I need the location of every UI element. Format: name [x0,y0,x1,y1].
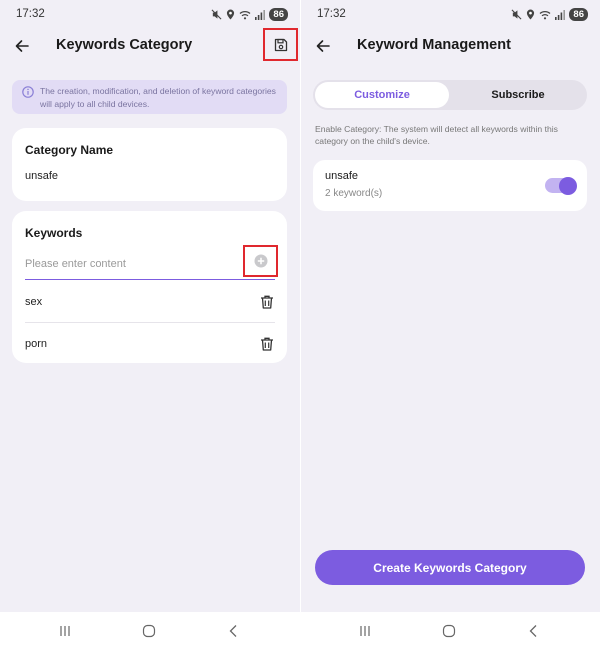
nav-back-icon[interactable] [527,624,541,638]
system-nav-bar [300,612,600,650]
signal-icon [255,9,266,20]
back-arrow-icon [15,40,29,52]
wifi-icon [239,10,251,19]
create-keywords-category-button[interactable]: Create Keywords Category [315,550,585,585]
category-list-item[interactable]: unsafe 2 keyword(s) [313,160,587,211]
mute-icon [511,9,522,20]
info-notice: The creation, modification, and deletion… [12,80,287,114]
back-button[interactable] [313,37,333,55]
status-icons: 86 [211,8,288,21]
location-icon [527,9,535,20]
home-icon[interactable] [142,624,156,638]
back-button[interactable] [12,37,32,55]
system-nav-bar [0,612,300,650]
category-name: unsafe [325,170,359,182]
info-icon [22,86,34,98]
keyword-row: sex [25,282,275,323]
notice-text: The creation, modification, and deletion… [40,86,276,109]
top-app-bar: Keywords Category [0,28,300,64]
trash-icon[interactable] [259,336,275,352]
back-arrow-icon [316,40,330,52]
recents-icon[interactable] [58,624,72,638]
tab-subscribe[interactable]: Subscribe [451,82,585,108]
nav-back-icon[interactable] [227,624,241,638]
add-circle-icon [254,254,267,268]
status-time: 17:32 [16,8,45,20]
status-icons: 86 [511,8,588,21]
keywords-category-screen: 17:32 86 Keywords Category The creation,… [0,0,300,650]
keywords-card: Keywords sex porn [12,211,287,363]
page-title: Keyword Management [357,37,511,53]
status-bar: 17:32 86 [0,0,300,28]
category-enable-toggle[interactable] [545,176,577,195]
page-title: Keywords Category [56,37,193,53]
keyword-row: porn [25,323,275,364]
top-app-bar: Keyword Management [301,28,600,64]
home-icon[interactable] [442,624,456,638]
status-bar: 17:32 86 [301,0,600,28]
mute-icon [211,9,222,20]
trash-icon[interactable] [259,294,275,310]
status-time: 17:32 [317,8,346,20]
segmented-tabs: Customize Subscribe [313,80,587,110]
category-name-value[interactable]: unsafe [25,170,58,182]
location-icon [227,9,235,20]
keyword-count: 2 keyword(s) [325,188,383,199]
save-icon [274,38,287,51]
tab-customize[interactable]: Customize [315,82,449,108]
wifi-icon [539,10,551,19]
category-name-card: Category Name unsafe [12,128,287,201]
keywords-label: Keywords [25,226,83,240]
keyword-label: porn [25,337,48,350]
save-button[interactable] [263,28,298,61]
recents-icon[interactable] [358,624,372,638]
enable-category-description: Enable Category: The system will detect … [315,124,558,146]
battery-indicator: 86 [569,8,588,21]
add-keyword-button[interactable] [243,245,278,277]
signal-icon [555,9,566,20]
toggle-knob [559,176,577,195]
keyword-input[interactable] [25,248,275,280]
keyword-label: sex [25,296,43,308]
category-name-label: Category Name [25,143,114,157]
battery-indicator: 86 [269,8,288,21]
